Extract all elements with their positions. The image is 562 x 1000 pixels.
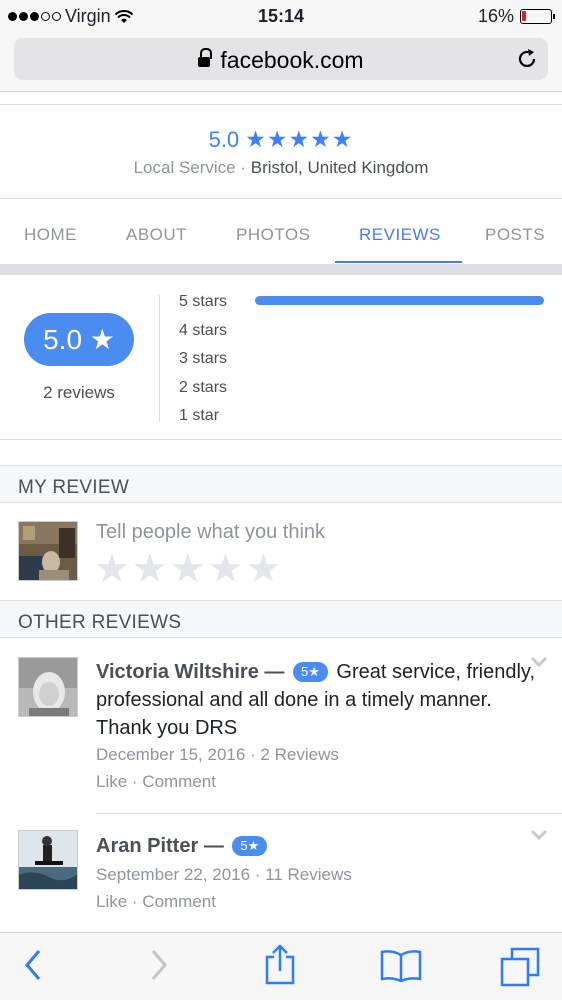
share-icon[interactable] [264, 943, 296, 985]
tab-home[interactable]: HOME [24, 225, 77, 245]
page-rating-stars: ★★★★★ [245, 126, 354, 152]
status-bar: Virgin 15:14 16% [0, 0, 562, 32]
tab-posts[interactable]: POSTS [485, 225, 545, 245]
review-actions[interactable]: Like · Comment [96, 772, 216, 792]
chevron-down-icon[interactable] [530, 656, 548, 668]
review-rating-badge: 5★ [232, 836, 268, 856]
chevron-down-icon[interactable] [530, 829, 548, 841]
page-subtitle: Local Service · Bristol, United Kingdom [0, 158, 562, 178]
my-review-header: MY REVIEW [0, 465, 562, 503]
tab-reviews[interactable]: REVIEWS [359, 225, 441, 245]
battery-level [522, 11, 526, 21]
tab-about[interactable]: ABOUT [126, 225, 187, 245]
overall-score-badge: 5.0 ★ [24, 313, 134, 366]
reload-icon[interactable] [516, 48, 538, 70]
dist-label-3: 3 stars [179, 350, 228, 367]
bookmarks-icon[interactable] [380, 949, 422, 983]
active-tab-indicator [335, 261, 462, 263]
name-dash: — [264, 661, 285, 683]
back-icon[interactable] [22, 947, 44, 983]
summary-divider [159, 295, 160, 422]
browser-address-area: facebook.com [0, 32, 562, 92]
forward-icon[interactable] [148, 947, 170, 983]
review-prompt[interactable]: Tell people what you think [96, 521, 325, 544]
other-reviews-header: OTHER REVIEWS [0, 600, 562, 638]
tab-photos[interactable]: PHOTOS [236, 225, 310, 245]
lock-icon [198, 48, 213, 69]
battery-percent: 16% [477, 6, 514, 26]
section-spacer [0, 264, 562, 275]
page-rating-value: 5.0 [208, 127, 240, 152]
page-location[interactable]: Bristol, United Kingdom [251, 158, 429, 177]
other-reviews-heading: OTHER REVIEWS [18, 612, 182, 633]
url-display[interactable]: facebook.com [14, 47, 548, 74]
my-review-heading: MY REVIEW [18, 477, 130, 498]
tabs-icon[interactable] [500, 947, 540, 987]
name-dash: — [203, 835, 224, 857]
browser-toolbar [0, 932, 562, 1000]
review-count: 2 reviews [43, 383, 115, 402]
review-rating-badge: 5★ [292, 662, 328, 682]
review-body: Victoria Wiltshire — 5★ Great service, f… [96, 658, 536, 742]
reviewer-name[interactable]: Victoria Wiltshire [96, 661, 259, 683]
page-category[interactable]: Local Service [134, 158, 236, 177]
my-avatar [18, 521, 78, 581]
reviewer-avatar[interactable] [18, 830, 78, 890]
page-rating[interactable]: 5.0 ★★★★★ [0, 126, 562, 153]
dist-bar-5 [255, 296, 544, 305]
header-divider [0, 104, 562, 105]
reviewer-name[interactable]: Aran Pitter [96, 835, 198, 857]
review-date[interactable]: September 22, 2016 · 11 Reviews [96, 865, 352, 885]
page-tabs: HOME ABOUT PHOTOS REVIEWS POSTS [0, 198, 562, 264]
dist-label-1: 1 star [179, 407, 220, 424]
reviewer-avatar[interactable] [18, 657, 78, 717]
dist-label-5: 5 stars [179, 293, 228, 310]
review-date[interactable]: December 15, 2016 · 2 Reviews [96, 745, 339, 765]
battery-icon [520, 9, 555, 24]
dist-label-4: 4 stars [179, 322, 228, 339]
battery-status: 16% [477, 6, 555, 27]
rating-summary: 5.0 ★ 2 reviews 5 stars 4 stars 3 stars … [0, 275, 562, 440]
subtitle-separator: · [240, 158, 247, 177]
dist-label-2: 2 stars [179, 379, 228, 396]
address-bar[interactable]: facebook.com [14, 38, 548, 80]
review-divider [96, 813, 562, 814]
url-text: facebook.com [220, 47, 364, 73]
review-body: Aran Pitter — 5★ [96, 832, 536, 860]
review-actions[interactable]: Like · Comment [96, 892, 216, 912]
star-rating-input[interactable]: ★★★★★ [94, 547, 283, 591]
